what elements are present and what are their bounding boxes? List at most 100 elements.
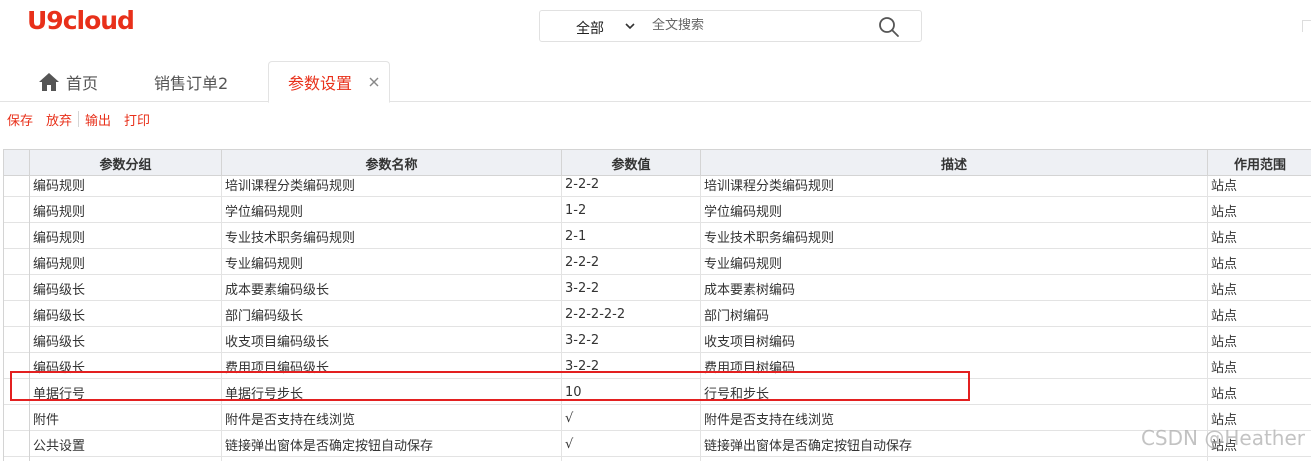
cell-scope: 站点 — [1211, 204, 1238, 220]
tab-sales-order-label: 销售订单2 — [154, 74, 229, 93]
row-selector[interactable] — [4, 249, 30, 275]
cell-scope: 站点 — [1211, 308, 1238, 324]
tab-home[interactable]: 首页 — [38, 62, 98, 102]
cell-group: 编码级长 — [30, 275, 222, 301]
tab-parameter-settings-label: 参数设置 — [288, 74, 353, 93]
row-selector[interactable] — [4, 457, 30, 461]
cell-value[interactable]: √ — [562, 405, 701, 431]
cell-name: 链接弹出窗体是否确定按钮自动保存 — [222, 431, 562, 457]
table-row[interactable]: 附件 附件是否支持在线浏览 √ 附件是否支持在线浏览 站点 — [4, 405, 1311, 431]
tab-parameter-settings[interactable]: 参数设置 — [268, 61, 390, 103]
cell-name: 附件是否支持在线浏览 — [222, 405, 562, 431]
row-selector[interactable] — [4, 379, 30, 405]
cell-scope: 站点 — [1208, 457, 1311, 461]
cell-value[interactable]: 1-2 — [562, 197, 701, 223]
search-input[interactable] — [652, 18, 862, 33]
export-button[interactable]: 输出 — [85, 110, 111, 129]
cell-name: 专业编码规则 — [222, 249, 562, 275]
cell-value[interactable]: 2-2-2 — [562, 249, 701, 275]
cell-value[interactable]: √ — [562, 431, 701, 457]
cell-scope: 站点 — [1211, 334, 1238, 350]
row-selector[interactable] — [4, 431, 30, 457]
cell-group: 编码规则 — [30, 223, 222, 249]
grid-header: 参数分组 参数名称 参数值 描述 作用范围 — [4, 150, 1311, 176]
cell-value[interactable]: 2-1 — [562, 223, 701, 249]
search-scope-select[interactable]: 全部 — [576, 18, 604, 38]
cell-group: 附件 — [30, 405, 222, 431]
tab-home-label: 首页 — [66, 74, 99, 93]
column-header-description[interactable]: 描述 — [701, 150, 1208, 176]
cell-group: 编码级长 — [30, 353, 222, 379]
table-row[interactable]: 编码级长 收支项目编码级长 3-2-2 收支项目树编码 站点 — [4, 327, 1311, 353]
print-button[interactable]: 打印 — [124, 110, 150, 129]
cell-group: 编码级长 — [30, 327, 222, 353]
cell-group: 编码规则 — [30, 197, 222, 223]
cell-value[interactable]: 2-2-2-2-2 — [562, 301, 701, 327]
cell-description: 链接弹出窗体是否确定按钮自动保存 — [701, 431, 1208, 457]
cell-value[interactable]: 3-2-2 — [562, 327, 701, 353]
top-header: U9cloud 全部 — [0, 0, 1311, 50]
cell-group: 编码规则 — [30, 249, 222, 275]
column-header-scope[interactable]: 作用范围 — [1208, 150, 1311, 176]
cell-value[interactable]: 3-2-2 — [562, 275, 701, 301]
tab-sales-order[interactable]: 销售订单2 — [154, 62, 228, 102]
row-selector[interactable] — [4, 275, 30, 301]
cell-description: 行号和步长 — [701, 379, 1208, 405]
column-header-name[interactable]: 参数名称 — [222, 150, 562, 176]
cell-description: 学位编码规则 — [701, 197, 1208, 223]
cell-group: 单据行号 — [30, 379, 222, 405]
table-row[interactable]: 供应链公共单位报价数量保持一致(出货单)√出货单单位报价数量是否一致,仅在时比对… — [4, 457, 1311, 461]
cell-description: 成本要素树编码 — [701, 275, 1208, 301]
cell-name: 费用项目编码级长 — [222, 353, 562, 379]
row-selector[interactable] — [4, 327, 30, 353]
panel-edge — [1302, 20, 1311, 32]
discard-button[interactable]: 放弃 — [46, 110, 72, 129]
column-header-group[interactable]: 参数分组 — [30, 150, 222, 176]
cell-description: 收支项目树编码 — [701, 327, 1208, 353]
table-row[interactable]: 编码级长 费用项目编码级长 3-2-2 费用项目树编码 站点 — [4, 353, 1311, 379]
cell-name: 专业技术职务编码规则 — [222, 223, 562, 249]
cell-name: 单据行号步长 — [222, 379, 562, 405]
chevron-down-icon[interactable] — [624, 20, 636, 32]
cell-description: 专业编码规则 — [701, 249, 1208, 275]
save-button[interactable]: 保存 — [7, 110, 33, 129]
row-selector[interactable] — [4, 301, 30, 327]
close-icon[interactable] — [369, 77, 379, 87]
table-row[interactable]: 公共设置 链接弹出窗体是否确定按钮自动保存 √ 链接弹出窗体是否确定按钮自动保存 站点 — [4, 431, 1311, 457]
cell-name: 成本要素编码级长 — [222, 275, 562, 301]
watermark: CSDN @Heather — [1140, 426, 1305, 450]
row-selector-header — [4, 150, 30, 176]
table-row[interactable]: 单据行号 单据行号步长 10 行号和步长 站点 — [4, 379, 1311, 405]
cell-name: 学位编码规则 — [222, 197, 562, 223]
grid-body: 编码规则 培训课程分类编码规则 2-2-2 培训课程分类编码规则 站点 编码规则 学位编码规… — [4, 171, 1311, 461]
cell-value[interactable]: √ — [562, 457, 701, 461]
cell-scope: 站点 — [1211, 386, 1238, 402]
row-selector[interactable] — [4, 353, 30, 379]
search-icon[interactable] — [877, 15, 901, 39]
table-row[interactable]: 编码级长 部门编码级长 2-2-2-2-2 部门树编码 站点 — [4, 301, 1311, 327]
tab-bar: 首页 销售订单2 参数设置 — [0, 60, 1311, 103]
table-row[interactable]: 编码规则 专业技术职务编码规则 2-1 专业技术职务编码规则 站点 — [4, 223, 1311, 249]
cell-group: 编码级长 — [30, 301, 222, 327]
global-search[interactable]: 全部 — [539, 10, 922, 42]
cell-name: 收支项目编码级长 — [222, 327, 562, 353]
cell-description: 出货单单位报价数量是否一致,仅在时比对价单位内库存单位或者本单位同步 — [701, 457, 1208, 461]
table-row[interactable]: 编码规则 专业编码规则 2-2-2 专业编码规则 站点 — [4, 249, 1311, 275]
table-row[interactable]: 编码规则 学位编码规则 1-2 学位编码规则 站点 — [4, 197, 1311, 223]
cell-name: 部门编码级长 — [222, 301, 562, 327]
parameter-grid: 编码规则 培训课程分类编码规则 2-2-2 培训课程分类编码规则 站点 编码规则 学位编码规… — [3, 149, 1311, 461]
row-selector[interactable] — [4, 223, 30, 249]
table-row[interactable]: 编码级长 成本要素编码级长 3-2-2 成本要素树编码 站点 — [4, 275, 1311, 301]
cell-value[interactable]: 3-2-2 — [562, 353, 701, 379]
cell-scope: 站点 — [1211, 230, 1238, 246]
cell-scope: 站点 — [1211, 282, 1238, 298]
u9cloud-logo[interactable]: U9cloud — [27, 6, 135, 35]
cell-group: 供应链公共 — [30, 457, 222, 461]
cell-value[interactable]: 10 — [562, 379, 701, 405]
cell-name: 单位报价数量保持一致(出货单) — [222, 457, 562, 461]
row-selector[interactable] — [4, 405, 30, 431]
cell-description: 费用项目树编码 — [701, 353, 1208, 379]
column-header-value[interactable]: 参数值 — [562, 150, 701, 176]
row-selector[interactable] — [4, 197, 30, 223]
action-toolbar: 保存 放弃 输出 打印 — [0, 103, 1311, 135]
